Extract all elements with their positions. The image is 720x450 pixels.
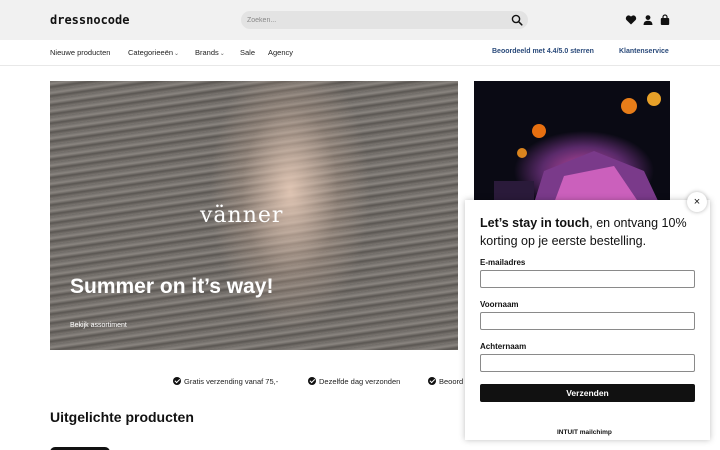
nav-item-agency[interactable]: Agency	[268, 48, 293, 57]
featured-products-heading: Uitgelichte producten	[50, 409, 194, 425]
hero-title: Summer on it’s way!	[70, 275, 274, 298]
mailchimp-logo: INTUIT mailchimp	[557, 429, 612, 436]
festival-banner-image[interactable]	[474, 81, 670, 203]
nav-label: Agency	[268, 48, 294, 57]
check-circle-icon	[173, 377, 181, 385]
email-field[interactable]	[480, 270, 695, 288]
top-header: dressnocode	[0, 0, 720, 40]
search-input[interactable]	[247, 13, 497, 27]
lastname-field[interactable]	[480, 354, 695, 372]
heart-icon[interactable]	[625, 14, 637, 26]
rating-link[interactable]: Beoordeeld met 4.4/5.0 sterren	[492, 48, 594, 55]
nav-label: Brands	[195, 48, 219, 57]
nav-label: Categorieeën	[128, 48, 174, 57]
chevron-down-icon: ⌄	[219, 51, 225, 57]
newsletter-popup: Let’s stay in touch, en ontvang 10% kort…	[465, 200, 710, 440]
nav-item-brands[interactable]: Brands⌄	[195, 48, 225, 57]
customer-service-link[interactable]: Klantenservice	[619, 48, 669, 55]
site-logo[interactable]: dressnocode	[50, 13, 129, 27]
hero-brand-logo: vänner	[200, 203, 284, 228]
popup-heading: Let’s stay in touch, en ontvang 10% kort…	[480, 214, 702, 250]
search-bar[interactable]	[241, 11, 528, 29]
nav-label: Nieuwe producten	[50, 48, 111, 57]
nav-item-new-products[interactable]: Nieuwe producten	[50, 48, 110, 57]
usp-label: Dezelfde dag verzonden	[319, 377, 401, 386]
popup-heading-bold: Let’s stay in touch	[480, 216, 590, 230]
search-icon[interactable]	[511, 14, 523, 26]
hero-banner[interactable]: vänner Summer on it’s way! Bekijk assort…	[50, 81, 458, 350]
chevron-down-icon: ⌄	[174, 51, 180, 57]
usp-label: Beoord	[439, 377, 464, 386]
usp-label: Gratis verzending vanaf 75,-	[184, 377, 279, 386]
hero-shop-link[interactable]: Bekijk assortiment	[70, 322, 127, 329]
main-navigation: Nieuwe producten Categorieeën⌄ Brands⌄ S…	[0, 40, 720, 66]
firstname-field[interactable]	[480, 312, 695, 330]
lastname-label: Achternaam	[480, 342, 527, 351]
usp-same-day: Dezelfde dag verzonden	[308, 377, 400, 386]
shopping-bag-icon[interactable]	[659, 14, 671, 26]
submit-button[interactable]: Verzenden	[480, 384, 695, 402]
close-icon[interactable]: ×	[687, 192, 707, 212]
nav-item-categories[interactable]: Categorieeën⌄	[128, 48, 179, 57]
email-label: E-mailadres	[480, 258, 526, 267]
check-circle-icon	[428, 377, 436, 385]
nav-label: Sale	[240, 48, 256, 57]
usp-rating: Beoord	[428, 377, 463, 386]
firstname-label: Voornaam	[480, 300, 519, 309]
check-circle-icon	[308, 377, 316, 385]
nav-item-sale[interactable]: Sale	[240, 48, 255, 57]
user-icon[interactable]	[642, 14, 654, 26]
usp-free-shipping: Gratis verzending vanaf 75,-	[173, 377, 278, 386]
festival-stage-illustration	[494, 92, 661, 203]
